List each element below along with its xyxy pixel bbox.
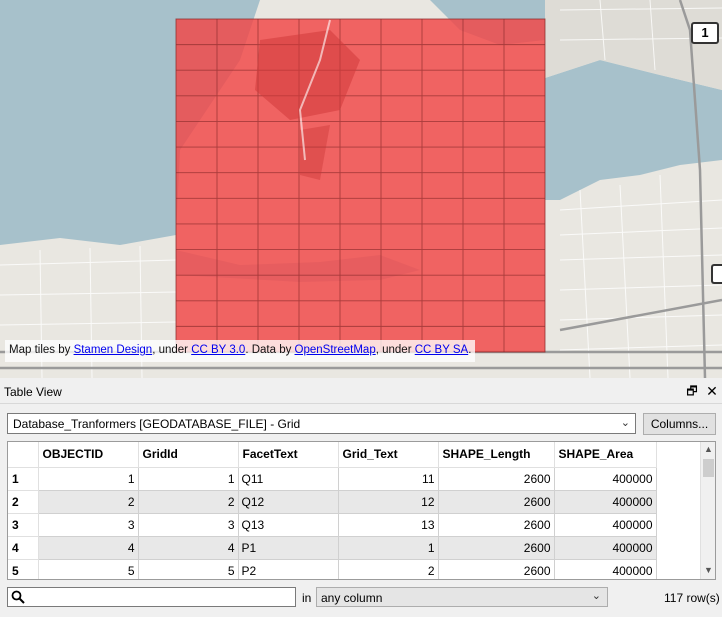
cc-by-sa-link[interactable]: CC BY SA [415,344,468,356]
cell-gridid[interactable]: 2 [138,490,239,514]
table-row[interactable]: 5 5 5 P2 2 2600 400000 [8,559,657,579]
cell-gridid[interactable]: 3 [138,513,239,537]
table-row[interactable]: 3 3 3 Q13 13 2600 400000 [8,513,657,537]
attribution-text: , under [152,344,192,356]
vertical-scrollbar[interactable]: ▲ ▼ [700,442,715,579]
cell-objectid[interactable]: 3 [38,513,139,537]
panel-header: Table View 🗗 ✕ [0,380,722,404]
table-row[interactable]: 1 1 1 Q11 11 2600 400000 [8,467,657,491]
table-row[interactable]: 2 2 2 Q12 12 2600 400000 [8,490,657,514]
row-number[interactable]: 3 [8,513,39,537]
search-input[interactable] [7,587,296,607]
cell-facettext[interactable]: P2 [238,559,339,579]
layer-select-value: Database_Tranformers [GEODATABASE_FILE] … [13,417,301,431]
cell-objectid[interactable]: 4 [38,536,139,560]
attribution-text: Map tiles by [9,344,74,356]
cell-facettext[interactable]: P1 [238,536,339,560]
cell-shape-length[interactable]: 2600 [438,559,555,579]
map-attribution: Map tiles by Stamen Design, under CC BY … [5,340,476,362]
cell-facettext[interactable]: Q12 [238,490,339,514]
scroll-up-arrow-icon[interactable]: ▲ [704,444,713,454]
attribution-text: . Data by [245,344,295,356]
column-header[interactable]: SHAPE_Length [438,442,555,468]
layer-select[interactable]: Database_Tranformers [GEODATABASE_FILE] … [7,413,636,434]
column-header[interactable]: FacetText [238,442,339,468]
cell-objectid[interactable]: 5 [38,559,139,579]
cc-by-link[interactable]: CC BY 3.0 [191,344,245,356]
cell-gridid[interactable]: 4 [138,536,239,560]
cell-gridid[interactable]: 5 [138,559,239,579]
stamen-design-link[interactable]: Stamen Design [74,344,153,356]
map-view[interactable]: 1 Map tiles by Stamen Design, under CC B… [0,0,722,378]
table-header-row: OBJECTID GridId FacetText Grid_Text SHAP… [8,442,657,468]
openstreetmap-link[interactable]: OpenStreetMap [295,344,376,356]
cell-shape-area[interactable]: 400000 [554,490,657,514]
in-label: in [302,591,312,605]
cell-shape-area[interactable]: 400000 [554,513,657,537]
cell-grid-text[interactable]: 13 [338,513,439,537]
cell-shape-area[interactable]: 400000 [554,467,657,491]
highway-shield-partial [711,264,722,284]
row-number[interactable]: 2 [8,490,39,514]
cell-shape-area[interactable]: 400000 [554,559,657,579]
cell-grid-text[interactable]: 12 [338,490,439,514]
cell-shape-length[interactable]: 2600 [438,467,555,491]
cell-facettext[interactable]: Q13 [238,513,339,537]
corner-cell[interactable] [8,442,39,468]
highway-shield: 1 [691,22,719,44]
table-row[interactable]: 4 4 4 P1 1 2600 400000 [8,536,657,560]
attribute-table[interactable]: OBJECTID GridId FacetText Grid_Text SHAP… [7,441,716,580]
cell-shape-length[interactable]: 2600 [438,490,555,514]
search-icon [11,590,25,604]
panel-title: Table View [4,385,62,399]
column-header[interactable]: SHAPE_Area [554,442,657,468]
cell-shape-length[interactable]: 2600 [438,513,555,537]
row-number[interactable]: 4 [8,536,39,560]
cell-objectid[interactable]: 2 [38,490,139,514]
column-header[interactable]: OBJECTID [38,442,139,468]
grid-overlay [176,19,545,352]
scroll-thumb[interactable] [703,459,714,477]
map-tiles [0,0,722,378]
float-window-icon[interactable]: 🗗 [684,383,700,399]
cell-shape-length[interactable]: 2600 [438,536,555,560]
close-icon[interactable]: ✕ [704,383,720,399]
cell-grid-text[interactable]: 1 [338,536,439,560]
cell-gridid[interactable]: 1 [138,467,239,491]
columns-button[interactable]: Columns... [643,413,716,435]
chevron-down-icon: ⌄ [591,590,601,602]
cell-objectid[interactable]: 1 [38,467,139,491]
column-filter-value: any column [321,591,383,605]
row-count: 117 row(s) [664,591,720,605]
cell-grid-text[interactable]: 2 [338,559,439,579]
column-header[interactable]: Grid_Text [338,442,439,468]
row-number[interactable]: 5 [8,559,39,579]
column-filter-select[interactable]: any column ⌄ [316,587,608,607]
table-view-panel: Table View 🗗 ✕ Database_Tranformers [GEO… [0,380,722,617]
cell-shape-area[interactable]: 400000 [554,536,657,560]
cell-grid-text[interactable]: 11 [338,467,439,491]
chevron-down-icon: ⌄ [620,417,630,429]
cell-facettext[interactable]: Q11 [238,467,339,491]
scroll-down-arrow-icon[interactable]: ▼ [704,565,713,575]
row-number[interactable]: 1 [8,467,39,491]
attribution-text: . [468,344,472,356]
column-header[interactable]: GridId [138,442,239,468]
attribution-text: , under [375,344,415,356]
